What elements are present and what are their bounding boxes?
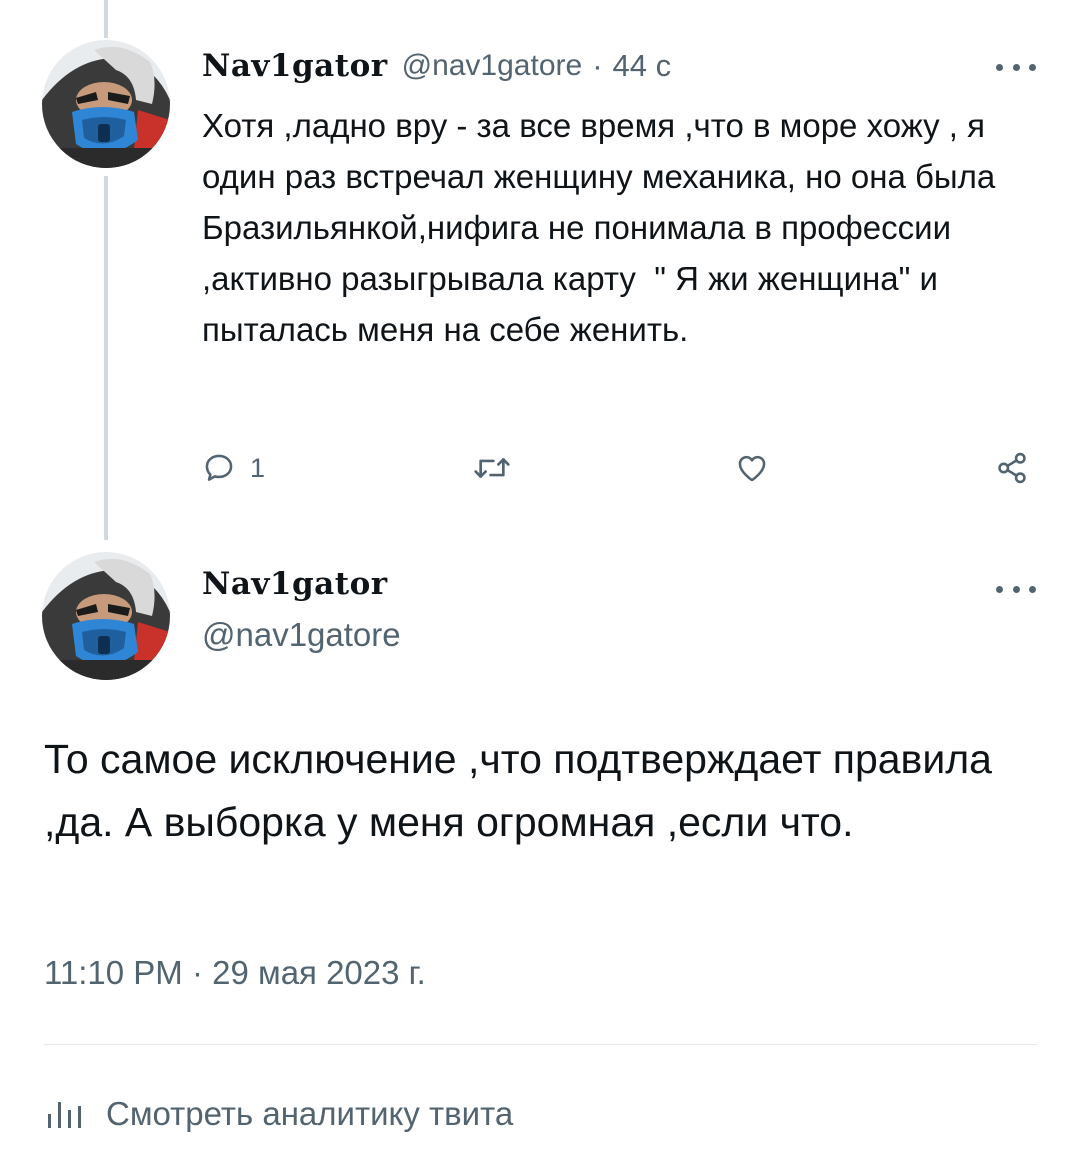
- time-ago[interactable]: 44 с: [613, 48, 672, 84]
- retweet-icon: [474, 458, 510, 478]
- meta-separator: ·: [592, 48, 603, 83]
- share-button[interactable]: [994, 444, 1030, 492]
- user-handle[interactable]: @nav1gatore: [202, 616, 401, 654]
- thread-line-top: [104, 0, 108, 38]
- speech-bubble-icon: [205, 454, 233, 481]
- main-tweet-text: То самое исключение ,что подтверждает пр…: [44, 736, 992, 845]
- reply-meta-row: Nav1gator @nav1gatore · 44 с: [202, 44, 671, 88]
- reply-count: 1: [250, 452, 266, 483]
- share-nodes-icon: [998, 452, 1026, 484]
- analytics-label: Смотреть аналитику твита: [106, 1095, 514, 1132]
- display-name[interactable]: Nav1gator: [202, 566, 388, 602]
- thread-line-connector: [104, 176, 108, 540]
- avatar[interactable]: [42, 40, 170, 168]
- view-analytics-link[interactable]: Смотреть аналитику твита: [44, 1090, 513, 1138]
- tweet-timestamp[interactable]: 11:10 PM · 29 мая 2023 г.: [44, 954, 426, 992]
- divider: [44, 1044, 1038, 1045]
- tweet-actions-bar: 1: [200, 444, 1040, 492]
- retweet-button[interactable]: [472, 444, 512, 492]
- more-options-icon[interactable]: [996, 582, 1036, 596]
- reply-tweet-text: Хотя ,ладно вру - за все время ,что в мо…: [202, 107, 996, 348]
- user-handle[interactable]: @nav1gatore: [402, 49, 583, 83]
- avatar-image: [42, 40, 170, 168]
- reply-button[interactable]: 1: [202, 444, 265, 492]
- avatar[interactable]: [42, 552, 170, 680]
- like-button[interactable]: [734, 444, 770, 492]
- avatar-image: [42, 552, 170, 680]
- display-name[interactable]: Nav1gator: [202, 48, 388, 84]
- bar-chart-icon: [48, 1102, 81, 1128]
- more-options-icon[interactable]: [996, 60, 1036, 74]
- heart-icon: [738, 455, 766, 482]
